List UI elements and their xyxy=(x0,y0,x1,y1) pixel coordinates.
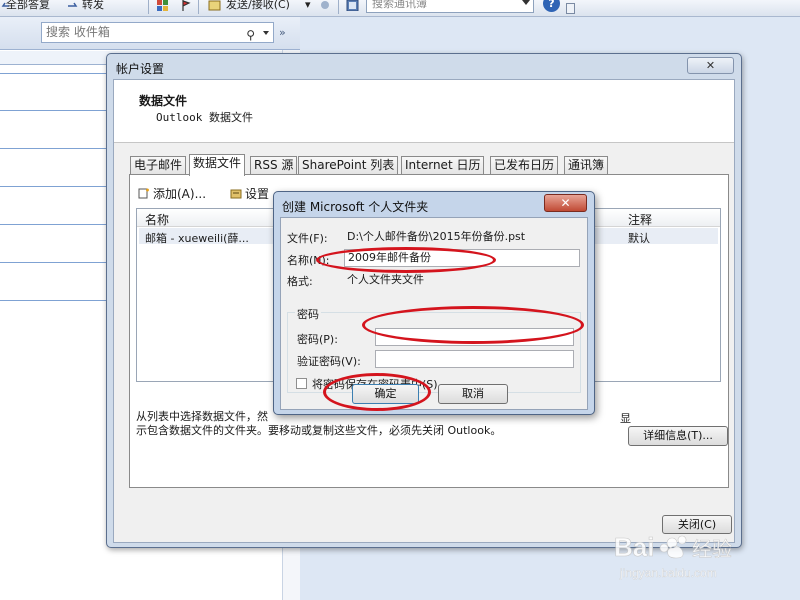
help-text-line-2: 示包含数据文件的文件夹。要移动或复制这些文件，必须先关闭 Outlook。 xyxy=(136,424,502,437)
password-group-legend: 密码 xyxy=(295,306,321,322)
expand-icon[interactable]: » xyxy=(279,26,286,39)
send-receive-button[interactable]: 发送/接收(C) xyxy=(226,0,290,13)
tab-email[interactable]: 电子邮件 xyxy=(130,156,187,175)
watermark-brand-2: 经验 xyxy=(692,537,732,561)
password-label: 密码(P): xyxy=(297,333,338,346)
inbox-search-input[interactable]: 搜索 收件箱 ⚲ xyxy=(41,22,274,43)
verify-password-input[interactable] xyxy=(375,350,574,368)
column-header-name[interactable]: 名称 xyxy=(145,211,169,228)
create-pst-dialog: 创建 Microsoft 个人文件夹 ✕ 文件(F): D:\个人邮件备份\20… xyxy=(273,191,595,415)
format-value: 个人文件夹文件 xyxy=(343,271,579,288)
toolbar-options-icon[interactable] xyxy=(566,3,575,14)
toolbar-separator xyxy=(338,0,339,14)
mail-list-header: 搜索 收件箱 ⚲ » xyxy=(0,17,300,50)
address-book-search-input[interactable]: 搜索通讯簿 xyxy=(366,0,534,13)
mail-row-divider xyxy=(0,110,110,111)
inbox-search-placeholder: 搜索 收件箱 xyxy=(46,25,110,39)
file-path-value: D:\个人邮件备份\2015年份备份.pst xyxy=(343,228,579,245)
forward-icon xyxy=(66,0,80,11)
send-receive-dropdown-icon[interactable]: ▾ xyxy=(305,0,311,13)
verify-password-label: 验证密码(V): xyxy=(297,355,361,368)
outlook-toolbar: 全部答复 转发 发送/接收(C) ▾ 搜索通讯簿 ? xyxy=(0,0,800,17)
reply-all-button[interactable]: 全部答复 xyxy=(6,0,50,13)
mail-row-divider xyxy=(0,300,110,301)
toolbar-separator xyxy=(198,0,199,14)
create-pst-title: 创建 Microsoft 个人文件夹 xyxy=(282,200,429,214)
annotation-ellipse-name xyxy=(316,247,496,273)
add-file-icon xyxy=(138,188,150,199)
dial-icon[interactable] xyxy=(318,0,332,11)
send-receive-icon xyxy=(208,0,222,11)
send-receive-icon-svg xyxy=(208,0,221,11)
tab-address-book[interactable]: 通讯簿 xyxy=(564,156,609,175)
paw-icon xyxy=(659,535,687,559)
data-file-comment-cell: 默认 xyxy=(628,232,650,245)
mail-row-divider xyxy=(0,224,110,225)
file-label: 文件(F): xyxy=(287,232,328,245)
category-icon[interactable] xyxy=(156,0,170,11)
tab-internet-calendar[interactable]: Internet 日历 xyxy=(401,156,485,175)
address-book-icon-svg xyxy=(346,0,359,12)
mail-row-divider xyxy=(0,186,110,187)
forward-button[interactable]: 转发 xyxy=(82,0,104,13)
cancel-button[interactable]: 取消 xyxy=(438,384,508,404)
watermark-url: jingyan.baidu.com xyxy=(619,566,717,580)
annotation-ellipse-password xyxy=(362,306,584,344)
banner-title: 数据文件 xyxy=(139,94,188,108)
chevron-down-icon[interactable] xyxy=(263,31,269,35)
forward-icon-svg xyxy=(68,2,78,7)
account-settings-banner: 数据文件 Outlook 数据文件 xyxy=(114,80,734,143)
format-label: 格式: xyxy=(287,275,313,288)
add-file-icon-svg xyxy=(138,188,149,199)
tab-sharepoint[interactable]: SharePoint 列表 xyxy=(298,156,399,175)
add-button-label: 添加(A)... xyxy=(153,187,207,201)
settings-icon xyxy=(230,188,242,199)
flag-icon[interactable] xyxy=(181,0,195,11)
column-header-comment[interactable]: 注释 xyxy=(628,211,652,228)
toolbar-separator xyxy=(148,0,149,14)
account-settings-title: 帐户设置 xyxy=(116,62,165,76)
mail-row-divider xyxy=(0,73,110,74)
annotation-ellipse-ok xyxy=(323,373,431,411)
create-pst-close-button[interactable]: ✕ xyxy=(544,194,587,212)
address-book-search-placeholder: 搜索通讯簿 xyxy=(372,0,427,10)
category-icon-svg xyxy=(157,0,168,11)
add-data-file-button[interactable]: 添加(A)... xyxy=(138,185,206,202)
tab-data-files[interactable]: 数据文件 xyxy=(189,154,246,176)
chevron-down-icon[interactable] xyxy=(522,0,530,5)
help-icon[interactable]: ? xyxy=(543,0,560,12)
mail-row-divider xyxy=(0,148,110,149)
save-password-checkbox[interactable] xyxy=(296,378,307,389)
dial-icon-svg xyxy=(321,1,329,9)
baidu-watermark: Bai 经验 jingyan.baidu.com xyxy=(612,528,757,583)
account-settings-close-button[interactable]: ✕ xyxy=(687,57,734,74)
data-file-settings-button[interactable]: 设置 xyxy=(230,185,269,202)
baidu-logo: Bai 经验 jingyan.baidu.com xyxy=(614,532,733,580)
address-book-icon[interactable] xyxy=(346,0,360,12)
banner-subtitle: Outlook 数据文件 xyxy=(156,111,253,124)
watermark-brand: Bai xyxy=(614,532,654,562)
details-button[interactable]: 详细信息(T)... xyxy=(628,426,728,446)
search-icon[interactable]: ⚲ xyxy=(246,26,255,45)
data-file-name-cell: 邮箱 - xueweili(薛... xyxy=(145,232,249,245)
flag-icon-svg xyxy=(182,0,191,11)
tab-rss[interactable]: RSS 源 xyxy=(250,156,298,175)
mail-row-divider xyxy=(0,262,110,263)
help-text-line-1-end: 显 xyxy=(620,412,631,425)
tab-published-calendar[interactable]: 已发布日历 xyxy=(490,156,559,175)
settings-icon-svg xyxy=(230,189,242,199)
settings-button-label: 设置 xyxy=(245,187,270,201)
